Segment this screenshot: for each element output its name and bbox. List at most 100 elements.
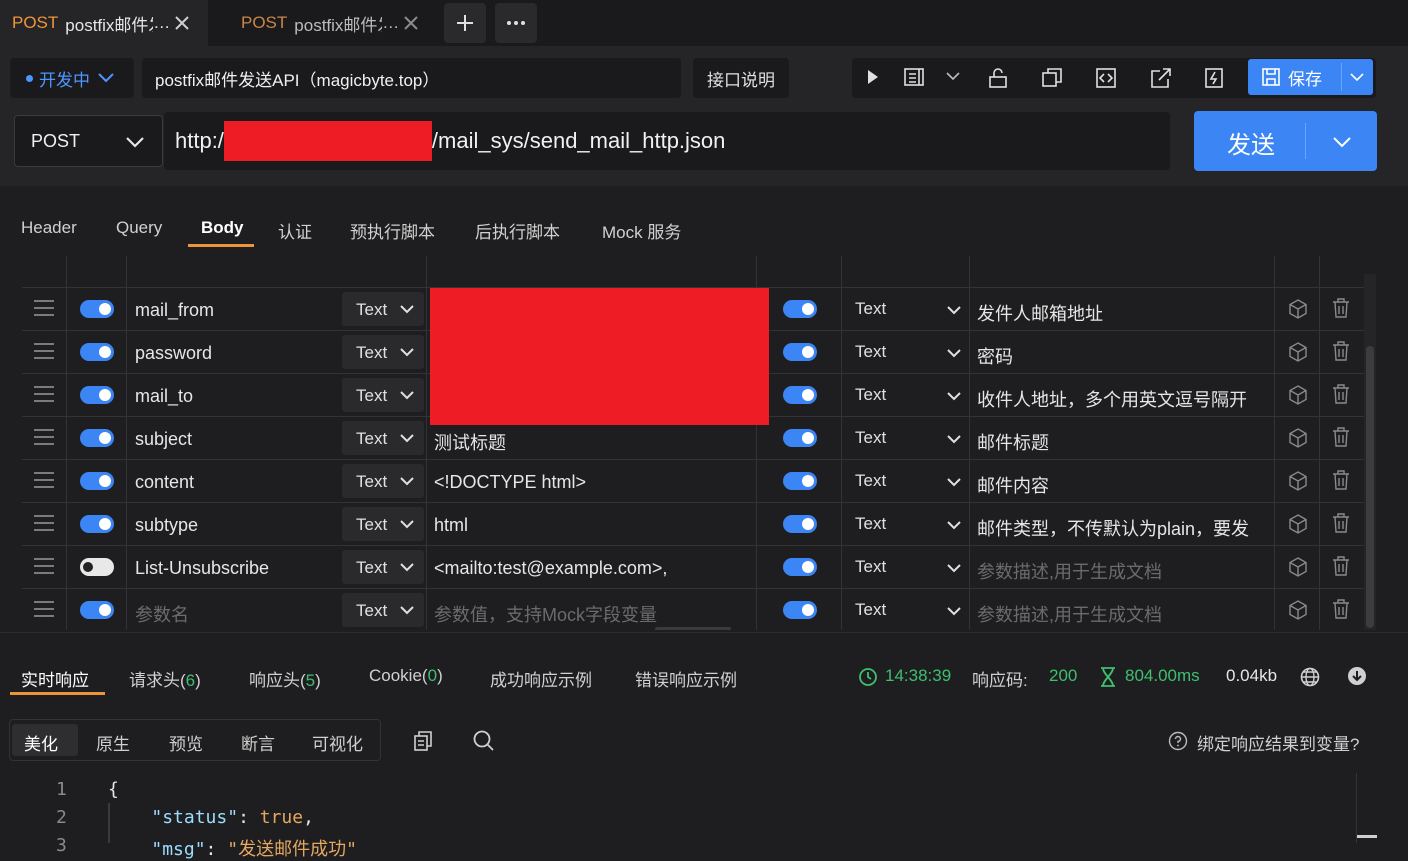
tab-query[interactable]: Query: [116, 218, 162, 238]
param-type-select[interactable]: Text: [342, 335, 424, 369]
trash-icon[interactable]: [1332, 341, 1350, 361]
request-tab-active[interactable]: POST postfix邮件发送API（magicbyte.top）…: [0, 0, 208, 46]
drag-handle-icon[interactable]: [34, 601, 54, 617]
tab-success-example[interactable]: 成功响应示例: [490, 666, 592, 691]
drag-handle-icon[interactable]: [34, 558, 54, 574]
resize-handle[interactable]: [655, 627, 731, 630]
param-required-toggle[interactable]: [783, 300, 817, 318]
param-required-toggle[interactable]: [783, 601, 817, 619]
trash-icon[interactable]: [1332, 470, 1350, 490]
param-name[interactable]: mail_from: [135, 300, 214, 321]
param-required-toggle[interactable]: [783, 429, 817, 447]
param-description[interactable]: 参数描述,用于生成文档: [977, 558, 1273, 584]
copy-icon[interactable]: [414, 731, 432, 751]
document-icon[interactable]: [904, 68, 926, 86]
method-select[interactable]: POST: [14, 115, 163, 167]
param-enable-toggle[interactable]: [80, 515, 114, 533]
search-icon[interactable]: [473, 730, 495, 752]
param-description[interactable]: 邮件标题: [977, 429, 1273, 455]
tab-post-script[interactable]: 后执行脚本: [475, 218, 560, 243]
param-type-select[interactable]: Text: [342, 464, 424, 498]
param-field-type[interactable]: Text: [855, 342, 886, 362]
trash-icon[interactable]: [1332, 599, 1350, 619]
param-description[interactable]: 密码: [977, 343, 1273, 369]
param-enable-toggle[interactable]: [80, 472, 114, 490]
trash-icon[interactable]: [1332, 556, 1350, 576]
cube-icon[interactable]: [1288, 514, 1308, 534]
param-required-toggle[interactable]: [783, 515, 817, 533]
cube-icon[interactable]: [1288, 428, 1308, 448]
param-name[interactable]: subtype: [135, 515, 198, 536]
trash-icon[interactable]: [1332, 384, 1350, 404]
download-icon[interactable]: [1347, 666, 1367, 686]
param-description[interactable]: 邮件内容: [977, 472, 1273, 498]
copy-icon[interactable]: [1042, 68, 1062, 88]
code-icon[interactable]: [1096, 68, 1116, 88]
drag-handle-icon[interactable]: [34, 429, 54, 445]
param-required-toggle[interactable]: [783, 472, 817, 490]
api-doc-button[interactable]: 接口说明: [693, 58, 789, 98]
tab-auth[interactable]: 认证: [278, 218, 312, 243]
param-type-select[interactable]: Text: [342, 593, 424, 627]
view-preview[interactable]: 预览: [169, 730, 203, 755]
param-name[interactable]: mail_to: [135, 386, 193, 407]
cube-icon[interactable]: [1288, 600, 1308, 620]
param-enable-toggle[interactable]: [80, 343, 114, 361]
param-type-select[interactable]: Text: [342, 421, 424, 455]
param-field-type[interactable]: Text: [855, 299, 886, 319]
param-enable-toggle[interactable]: [80, 558, 114, 576]
param-name[interactable]: 参数名: [135, 601, 189, 627]
trash-icon[interactable]: [1332, 513, 1350, 533]
param-name[interactable]: subject: [135, 429, 192, 450]
param-name[interactable]: content: [135, 472, 194, 493]
param-name[interactable]: List-Unsubscribe: [135, 558, 269, 579]
chevron-down-icon[interactable]: [947, 392, 961, 401]
chevron-down-icon[interactable]: [947, 435, 961, 444]
param-type-select[interactable]: Text: [342, 292, 424, 326]
url-input[interactable]: http:/ /mail_sys/send_mail_http.json: [164, 112, 1170, 170]
param-type-select[interactable]: Text: [342, 378, 424, 412]
param-required-toggle[interactable]: [783, 343, 817, 361]
chevron-down-icon[interactable]: [947, 349, 961, 358]
view-visualize[interactable]: 可视化: [312, 730, 363, 755]
cube-icon[interactable]: [1288, 385, 1308, 405]
chevron-down-icon[interactable]: [947, 564, 961, 573]
param-description[interactable]: 收件人地址，多个用英文逗号隔开: [977, 386, 1273, 412]
view-assert[interactable]: 断言: [241, 730, 275, 755]
param-value[interactable]: 参数值，支持Mock字段变量: [434, 601, 657, 627]
param-field-type[interactable]: Text: [855, 428, 886, 448]
param-enable-toggle[interactable]: [80, 300, 114, 318]
param-required-toggle[interactable]: [783, 558, 817, 576]
param-required-toggle[interactable]: [783, 386, 817, 404]
tab-body[interactable]: Body: [201, 218, 244, 238]
param-value[interactable]: 测试标题: [434, 429, 506, 455]
chevron-down-icon[interactable]: [946, 72, 960, 81]
tab-error-example[interactable]: 错误响应示例: [635, 666, 737, 691]
drag-handle-icon[interactable]: [34, 300, 54, 316]
unlock-icon[interactable]: [989, 68, 1007, 88]
code-scrollbar[interactable]: [1356, 773, 1377, 843]
param-field-type[interactable]: Text: [855, 471, 886, 491]
tab-request-headers[interactable]: 请求头(6): [129, 666, 201, 691]
drag-handle-icon[interactable]: [34, 515, 54, 531]
param-enable-toggle[interactable]: [80, 429, 114, 447]
cube-icon[interactable]: [1288, 342, 1308, 362]
cube-icon[interactable]: [1288, 471, 1308, 491]
chevron-down-icon[interactable]: [947, 306, 961, 315]
save-button[interactable]: 保存: [1248, 59, 1373, 95]
param-value[interactable]: <mailto:test@example.com>,: [434, 558, 667, 579]
param-field-type[interactable]: Text: [855, 514, 886, 534]
param-value[interactable]: <!DOCTYPE html>: [434, 472, 586, 493]
param-name[interactable]: password: [135, 343, 212, 364]
param-type-select[interactable]: Text: [342, 507, 424, 541]
param-type-select[interactable]: Text: [342, 550, 424, 584]
cube-icon[interactable]: [1288, 557, 1308, 577]
request-tab[interactable]: POST postfix邮件发送API（magicbyte.top）…: [229, 0, 437, 46]
tab-header[interactable]: Header: [21, 218, 77, 238]
table-scrollbar[interactable]: [1364, 274, 1376, 630]
more-tabs-button[interactable]: [495, 3, 537, 43]
status-select[interactable]: 开发中: [10, 58, 134, 98]
cube-icon[interactable]: [1288, 299, 1308, 319]
trash-icon[interactable]: [1332, 298, 1350, 318]
tab-pre-script[interactable]: 预执行脚本: [350, 218, 435, 243]
